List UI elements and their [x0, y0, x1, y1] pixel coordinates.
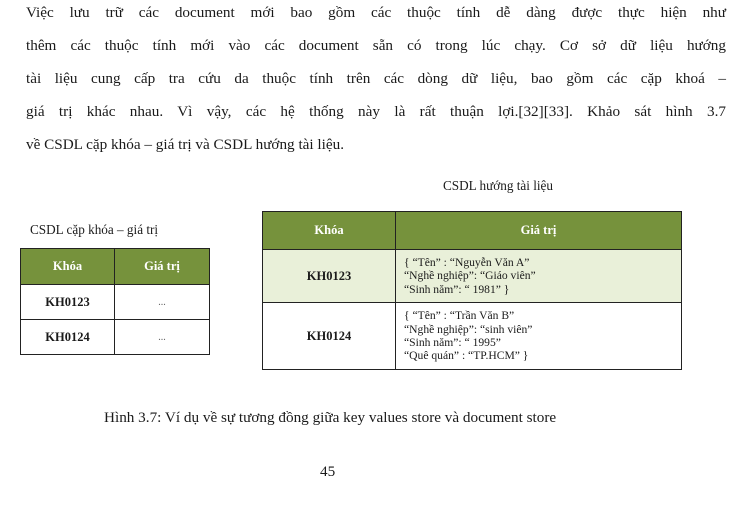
- doc-key-cell: KH0124: [262, 302, 396, 370]
- doc-value-cell: { “Tên” : “Trần Văn B” “Nghề nghiệp”: “s…: [395, 302, 682, 370]
- header-key: Khóa: [20, 248, 115, 285]
- page-number: 45: [320, 463, 336, 480]
- doc-value-line: “Nghề nghiệp”: “sinh viên”: [404, 322, 533, 336]
- header-value: Giá trị: [395, 211, 682, 250]
- kv-value-cell: ...: [114, 319, 210, 355]
- paragraph-line: thêm các thuộc tính mới vào các document…: [26, 37, 726, 54]
- doc-value-line: “Quê quán” : “TP.HCM” }: [404, 349, 529, 363]
- doc-store-table: Khóa Giá trị KH0123 { “Tên” : “Nguyễn Vă…: [262, 211, 682, 370]
- paragraph-line: tài liệu cung cấp tra cứu da thuộc tính …: [26, 70, 726, 87]
- doc-store-title: CSDL hướng tài liệu: [443, 178, 553, 193]
- doc-key-cell: KH0123: [262, 249, 396, 303]
- doc-value-line: { “Tên” : “Nguyễn Văn A”: [404, 255, 530, 269]
- kv-value-cell: ...: [114, 284, 210, 320]
- doc-value-line: “Sinh năm”: “ 1995”: [404, 336, 501, 349]
- table-row: KH0123 ...: [20, 284, 210, 320]
- table-row: KH0124 ...: [20, 319, 210, 355]
- kv-store-title: CSDL cặp khóa – giá trị: [30, 222, 159, 237]
- table-row: KH0124 { “Tên” : “Trần Văn B” “Nghề nghi…: [262, 302, 682, 370]
- paragraph-line: về CSDL cặp khóa – giá trị và CSDL hướng…: [26, 136, 344, 153]
- figure-caption: Hình 3.7: Ví dụ về sự tương đồng giữa ke…: [104, 409, 557, 426]
- paragraph-line: giá trị khác nhau. Vì vậy, các hệ thống …: [26, 103, 726, 120]
- doc-value-line: “Nghề nghiệp”: “Giáo viên”: [404, 269, 536, 283]
- table-header-row: Khóa Giá trị: [262, 211, 682, 250]
- doc-value-line: { “Tên” : “Trần Văn B”: [404, 309, 515, 323]
- table-row: KH0123 { “Tên” : “Nguyễn Văn A” “Nghề ng…: [262, 249, 682, 303]
- paragraph-line: Việc lưu trữ các document mới bao gồm cá…: [26, 4, 726, 21]
- header-value: Giá trị: [114, 248, 210, 285]
- doc-value-line: “Sinh năm”: “ 1981” }: [404, 282, 510, 296]
- doc-value-cell: { “Tên” : “Nguyễn Văn A” “Nghề nghiệp”: …: [395, 249, 682, 303]
- header-key: Khóa: [262, 211, 396, 250]
- kv-key-cell: KH0124: [20, 319, 115, 355]
- table-header-row: Khóa Giá trị: [20, 248, 210, 285]
- kv-store-table: Khóa Giá trị KH0123 ... KH0124 ...: [20, 248, 210, 355]
- kv-key-cell: KH0123: [20, 284, 115, 320]
